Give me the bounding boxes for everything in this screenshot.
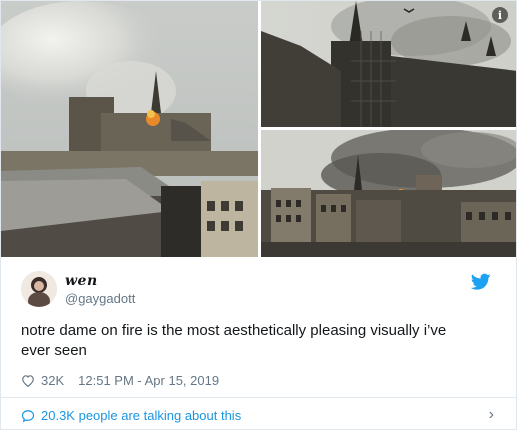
tweet-meta: 32K 12:51 PM - Apr 15, 2019 <box>21 373 219 388</box>
avatar[interactable] <box>21 271 57 307</box>
tweet-text: notre dame on fire is the most aesthetic… <box>21 321 491 361</box>
tweet-text-line: notre dame on fire is the most aesthetic… <box>21 322 447 339</box>
display-name[interactable]: wen <box>65 273 135 289</box>
speech-bubble-icon <box>21 409 35 422</box>
photo-cathedral-skyline[interactable] <box>1 1 258 257</box>
tweet-text-line: ever seen <box>21 342 87 359</box>
heart-icon[interactable] <box>21 374 35 387</box>
tweet-timestamp[interactable]: 12:51 PM - Apr 15, 2019 <box>78 373 219 388</box>
photo-spire-closeup[interactable]: i <box>261 1 516 127</box>
tweet-author: wen @gaygadott <box>21 271 501 311</box>
info-icon[interactable]: i <box>492 7 508 23</box>
chevron-right-icon[interactable]: › <box>489 406 494 424</box>
like-count[interactable]: 32K <box>41 373 64 388</box>
embedded-tweet-card: i wen @gaygadott notre dame on fire is t… <box>0 0 517 430</box>
divider <box>1 397 516 398</box>
photo-riverside-fire[interactable] <box>261 130 516 257</box>
user-handle[interactable]: @gaygadott <box>65 291 135 306</box>
twitter-bird-icon[interactable] <box>471 273 491 291</box>
photo-grid: i <box>1 1 516 257</box>
conversation-link[interactable]: 20.3K people are talking about this <box>21 408 241 423</box>
conversation-count: 20.3K people are talking about this <box>41 408 242 423</box>
